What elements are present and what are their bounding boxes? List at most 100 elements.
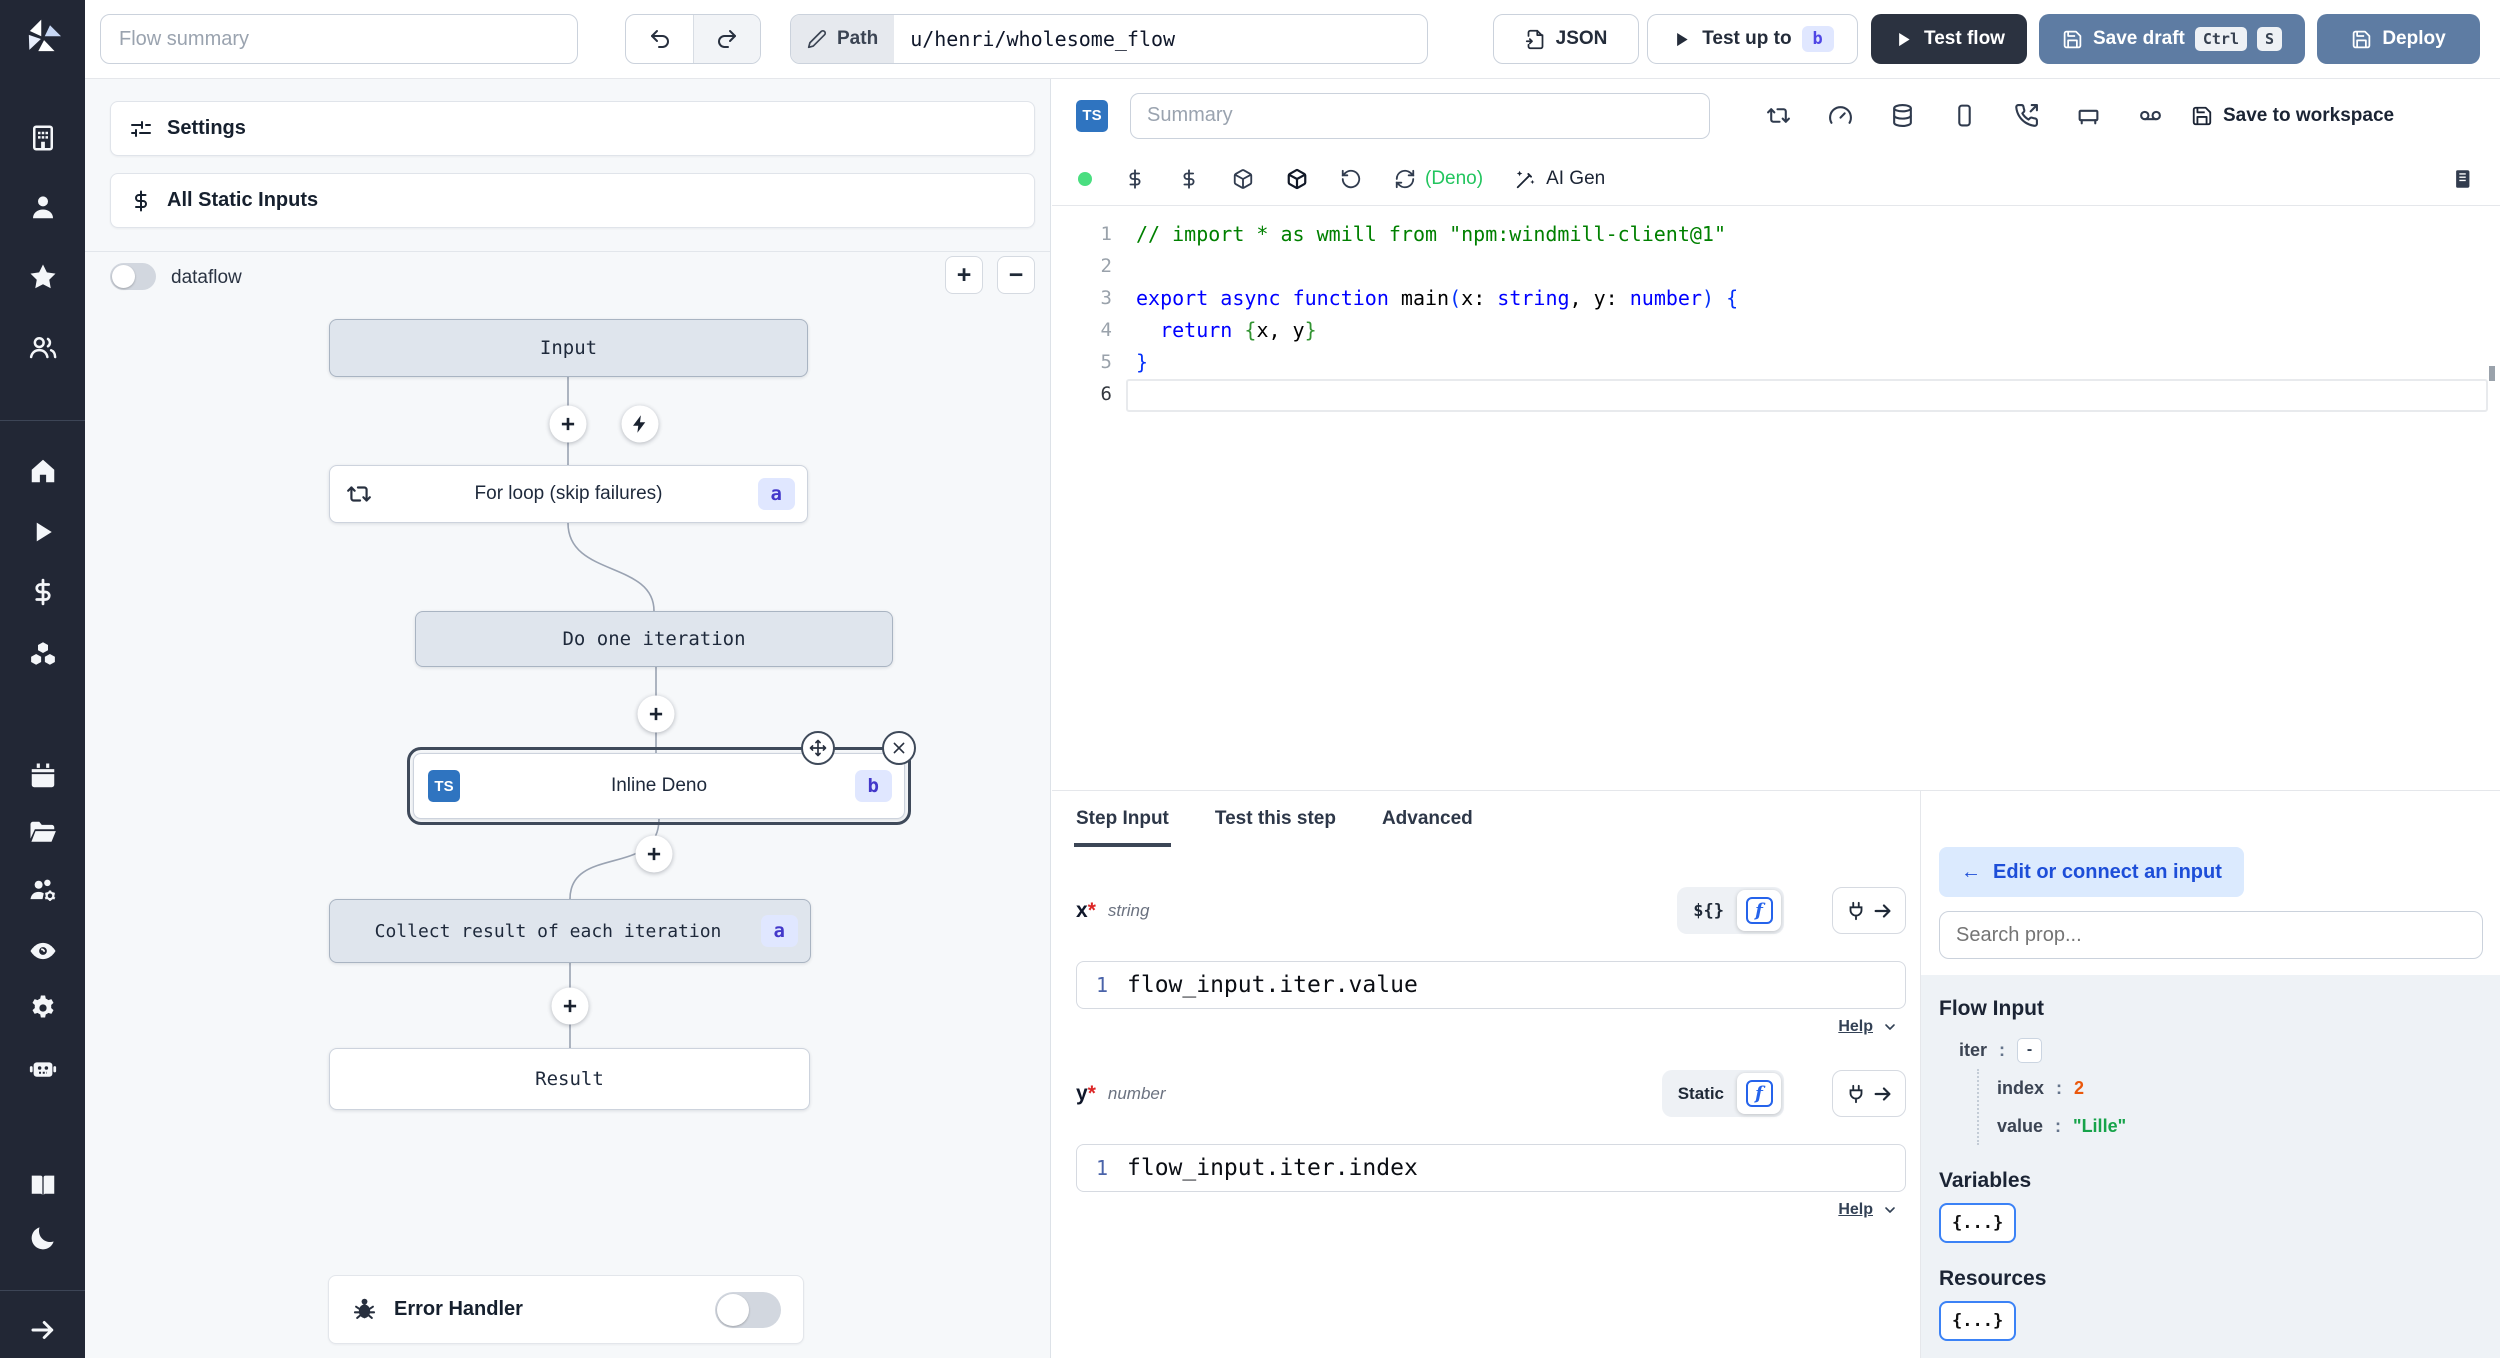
repeat-icon[interactable]: [1766, 103, 1791, 128]
mode-template-option[interactable]: ${}: [1680, 901, 1737, 921]
mode-expression-option[interactable]: f: [1737, 890, 1781, 931]
resources-boxes-icon[interactable]: [28, 640, 58, 670]
expression-value: flow_input.iter.value: [1127, 972, 1418, 998]
code-area[interactable]: 1// import * as wmill from "npm:windmill…: [1052, 206, 2500, 790]
dollar-icon[interactable]: [1124, 168, 1146, 190]
field-x-expression-editor[interactable]: 1 flow_input.iter.value: [1076, 961, 1906, 1009]
dark-mode-moon-icon[interactable]: [28, 1223, 58, 1253]
code-line[interactable]: 2: [1052, 250, 2500, 282]
ai-gen-button[interactable]: AI Gen: [1515, 168, 1605, 190]
variables-dollar-icon[interactable]: [28, 577, 58, 607]
refresh-icon[interactable]: [1394, 168, 1416, 190]
runs-play-icon[interactable]: [28, 517, 58, 547]
search-prop-input[interactable]: [1939, 911, 2483, 959]
folder-open-icon[interactable]: [28, 818, 58, 848]
save-to-workspace-button[interactable]: Save to workspace: [2191, 105, 2394, 127]
mode-static-option[interactable]: Static: [1665, 1084, 1737, 1104]
field-y-expression-editor[interactable]: 1 flow_input.iter.index: [1076, 1144, 1906, 1192]
add-step-button[interactable]: [637, 695, 675, 733]
settings-gear-icon[interactable]: [28, 993, 58, 1023]
field-x-header: x * string ${} f: [1076, 887, 1906, 934]
undo-button[interactable]: [626, 15, 693, 63]
eye-icon[interactable]: [28, 936, 58, 966]
expand-sidebar-arrow-icon[interactable]: [28, 1315, 58, 1345]
help-link[interactable]: Help: [1838, 1018, 1873, 1036]
error-handler-row[interactable]: Error Handler: [328, 1275, 804, 1344]
flow-node-input[interactable]: Input: [329, 319, 808, 377]
flow-node-do-one-iteration[interactable]: Do one iteration: [415, 611, 893, 667]
smartphone-icon[interactable]: [1952, 103, 1977, 128]
voicemail-icon[interactable]: [2138, 103, 2163, 128]
connect-input-button[interactable]: [1832, 887, 1906, 934]
help-link[interactable]: Help: [1838, 1201, 1873, 1219]
number-value: 2: [2074, 1077, 2085, 1098]
bed-icon[interactable]: [2076, 103, 2101, 128]
add-step-button[interactable]: [551, 987, 589, 1025]
prop-row-value[interactable]: value : "Lille": [1997, 1107, 2482, 1145]
gauge-icon[interactable]: [1828, 103, 1853, 128]
save-draft-button[interactable]: Save draft Ctrl S: [2039, 14, 2305, 64]
flow-summary-input[interactable]: [100, 14, 578, 64]
home-icon[interactable]: [28, 456, 58, 486]
prop-row-iter[interactable]: iter : -: [1959, 1031, 2482, 1069]
mode-expression-option[interactable]: f: [1737, 1073, 1781, 1114]
connect-input-button[interactable]: [1832, 1070, 1906, 1117]
flow-node-inline-deno[interactable]: TS Inline Deno b: [407, 731, 916, 825]
input-mode-toggle[interactable]: Static f: [1661, 1070, 1784, 1117]
phone-incoming-icon[interactable]: [2014, 103, 2039, 128]
flow-input-title: Flow Input: [1939, 997, 2044, 1020]
resources-expand-button[interactable]: {...}: [1939, 1301, 2017, 1341]
test-up-to-button[interactable]: Test up to b: [1647, 14, 1858, 64]
collapse-button[interactable]: -: [2017, 1037, 2043, 1063]
code-line[interactable]: 1// import * as wmill from "npm:windmill…: [1052, 218, 2500, 250]
schedules-calendar-icon[interactable]: [28, 761, 58, 791]
tab-advanced[interactable]: Advanced: [1382, 791, 1473, 847]
variables-expand-button[interactable]: {...}: [1939, 1203, 2017, 1243]
database-icon[interactable]: [1890, 103, 1915, 128]
input-mode-toggle[interactable]: ${} f: [1677, 887, 1784, 934]
error-handler-toggle[interactable]: [715, 1291, 781, 1328]
json-button[interactable]: JSON: [1493, 14, 1639, 64]
add-step-button[interactable]: [549, 405, 587, 443]
test-flow-button[interactable]: Test flow: [1871, 14, 2027, 64]
dollar-icon[interactable]: [1178, 168, 1200, 190]
path-field[interactable]: Path u/henri/wholesome_flow: [790, 14, 1428, 64]
code-line[interactable]: 3 export async function main(x: string, y…: [1052, 282, 2500, 314]
user-icon[interactable]: [28, 192, 58, 222]
undo-redo-group: [625, 14, 761, 64]
star-icon[interactable]: [28, 262, 58, 292]
trigger-bolt-button[interactable]: [621, 405, 659, 443]
move-node-handle[interactable]: [801, 731, 835, 765]
users-icon[interactable]: [28, 332, 58, 362]
flow-node-forloop[interactable]: For loop (skip failures) a: [329, 465, 808, 523]
step-summary-input[interactable]: [1130, 92, 1710, 139]
plug-icon: [1845, 900, 1867, 922]
runtime-label[interactable]: (Deno): [1425, 168, 1483, 190]
redo-button[interactable]: [693, 15, 760, 63]
tab-step-input[interactable]: Step Input: [1074, 791, 1171, 847]
chevron-down-icon[interactable]: [1882, 1019, 1898, 1035]
code-line[interactable]: 4 return {x, y}: [1052, 314, 2500, 346]
tab-test-this-step[interactable]: Test this step: [1215, 791, 1336, 847]
add-step-button[interactable]: [635, 835, 673, 873]
prop-row-index[interactable]: index : 2: [1997, 1069, 2482, 1107]
flow-node-result[interactable]: Result: [329, 1048, 810, 1110]
workspace-building-icon[interactable]: [28, 123, 58, 153]
docs-book-icon[interactable]: [28, 1170, 58, 1200]
deploy-button[interactable]: Deploy: [2317, 14, 2480, 64]
flow-node-collect-result[interactable]: Collect result of each iteration a: [329, 899, 811, 963]
editor-scrollbar-mark[interactable]: [2489, 366, 2495, 381]
edit-or-connect-button[interactable]: ← Edit or connect an input: [1939, 847, 2244, 897]
history-rotate-ccw-icon[interactable]: [1340, 168, 1362, 190]
delete-node-button[interactable]: [882, 731, 916, 765]
code-line[interactable]: 5}: [1052, 346, 2500, 378]
path-value[interactable]: u/henri/wholesome_flow: [894, 15, 1191, 63]
robot-icon[interactable]: [28, 1053, 58, 1083]
package-box-icon[interactable]: [1232, 168, 1254, 190]
windmill-logo-icon[interactable]: [22, 17, 64, 59]
users-admin-icon[interactable]: [28, 875, 58, 905]
chevron-down-icon[interactable]: [1882, 1202, 1898, 1218]
package-box-filled-icon[interactable]: [1286, 168, 1308, 190]
code-line[interactable]: 6: [1052, 378, 2500, 412]
assistant-book-icon[interactable]: [2452, 168, 2474, 190]
